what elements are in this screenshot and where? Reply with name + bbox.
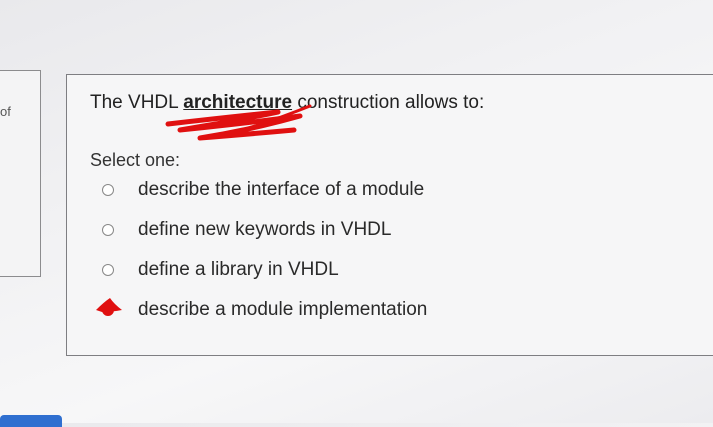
radio-button[interactable] [102, 264, 114, 276]
radio-button[interactable] [102, 224, 114, 236]
option-label: describe a module implementation [138, 299, 428, 320]
red-scribble-annotation [165, 104, 312, 141]
option-label: define new keywords in VHDL [138, 219, 392, 240]
select-one-label: Select one: [90, 150, 181, 170]
option-keywords[interactable]: define new keywords in VHDL [98, 219, 391, 241]
radio-button[interactable] [102, 184, 114, 196]
option-label: define a library in VHDL [138, 259, 339, 280]
option-implementation[interactable]: describe a module implementation [98, 299, 427, 321]
previous-panel-text: of [0, 104, 11, 119]
red-check-mark-icon [96, 298, 122, 312]
next-page-button[interactable] [0, 415, 62, 427]
option-interface[interactable]: describe the interface of a module [98, 179, 424, 201]
option-library[interactable]: define a library in VHDL [98, 259, 339, 281]
option-label: describe the interface of a module [138, 179, 425, 200]
question-suffix: construction allows to: [292, 92, 485, 113]
previous-question-panel [0, 70, 41, 277]
